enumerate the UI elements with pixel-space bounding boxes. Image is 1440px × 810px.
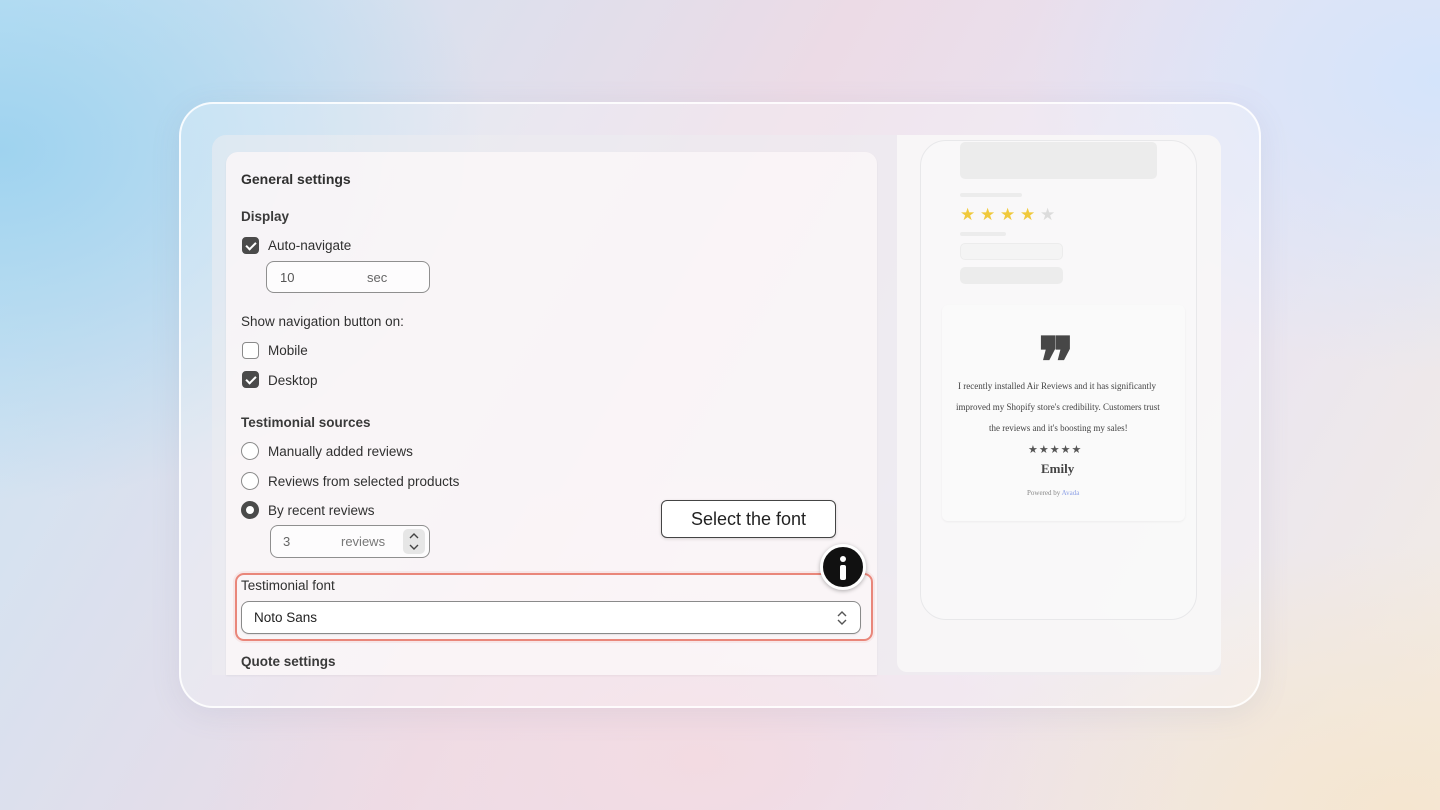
review-text-line: improved my Shopify store's credibility.… <box>956 402 1160 412</box>
desktop-checkbox[interactable] <box>242 371 259 388</box>
source-recent-radio[interactable] <box>241 501 259 519</box>
powered-by: Powered by Avada <box>1027 489 1079 497</box>
show-nav-label: Show navigation button on: <box>241 314 404 329</box>
mobile-checkbox[interactable] <box>242 342 259 359</box>
info-icon <box>820 544 866 590</box>
recent-count-stepper[interactable]: 3 reviews <box>270 525 430 558</box>
general-settings-title: General settings <box>241 171 351 187</box>
desktop-label: Desktop <box>268 373 318 388</box>
quote-settings-label: Quote settings <box>241 654 336 669</box>
reviewer-name: Emily <box>1041 461 1075 476</box>
star-icon: ★ <box>1020 205 1036 224</box>
select-chevron-icon <box>837 611 847 625</box>
skeleton-button <box>960 267 1063 284</box>
recent-count-value: 3 <box>283 534 291 549</box>
font-select[interactable]: Noto Sans <box>241 601 861 634</box>
display-label: Display <box>241 209 290 224</box>
font-select-value: Noto Sans <box>254 610 318 625</box>
skeleton-line <box>960 232 1006 236</box>
review-text-line: I recently installed Air Reviews and it … <box>958 381 1156 391</box>
brand-link[interactable]: Avada <box>1062 489 1080 497</box>
interval-value: 10 <box>280 270 295 285</box>
stepper-arrows-icon <box>409 533 419 550</box>
testimonial-sources-label: Testimonial sources <box>241 415 371 430</box>
select-font-tooltip: Select the font <box>661 500 836 538</box>
testimonial-font-label: Testimonial font <box>241 578 335 593</box>
source-recent-label: By recent reviews <box>268 503 375 518</box>
auto-navigate-checkbox[interactable] <box>242 237 259 254</box>
source-manual-label: Manually added reviews <box>268 444 413 459</box>
interval-unit: sec <box>367 270 388 285</box>
stepper-buttons[interactable] <box>403 529 425 554</box>
star-icon: ★ <box>980 205 996 224</box>
source-products-radio[interactable] <box>241 472 259 490</box>
skeleton-image <box>960 142 1157 179</box>
mobile-label: Mobile <box>268 343 308 358</box>
star-empty-icon: ★ <box>1040 205 1056 224</box>
source-manual-radio[interactable] <box>241 442 259 460</box>
star-icon: ★ <box>960 205 976 224</box>
source-products-label: Reviews from selected products <box>268 474 460 489</box>
review-text-line: the reviews and it's boosting my sales! <box>989 423 1128 433</box>
recent-count-unit: reviews <box>341 534 386 549</box>
skeleton-line <box>960 193 1022 197</box>
review-stars-icon: ★★★★★ <box>1028 444 1083 456</box>
interval-input[interactable]: 10 sec <box>266 261 430 293</box>
auto-navigate-label: Auto-navigate <box>268 238 352 253</box>
powered-by-text: Powered by <box>1027 489 1061 497</box>
skeleton-field <box>960 243 1063 260</box>
star-icon: ★ <box>1000 205 1016 224</box>
